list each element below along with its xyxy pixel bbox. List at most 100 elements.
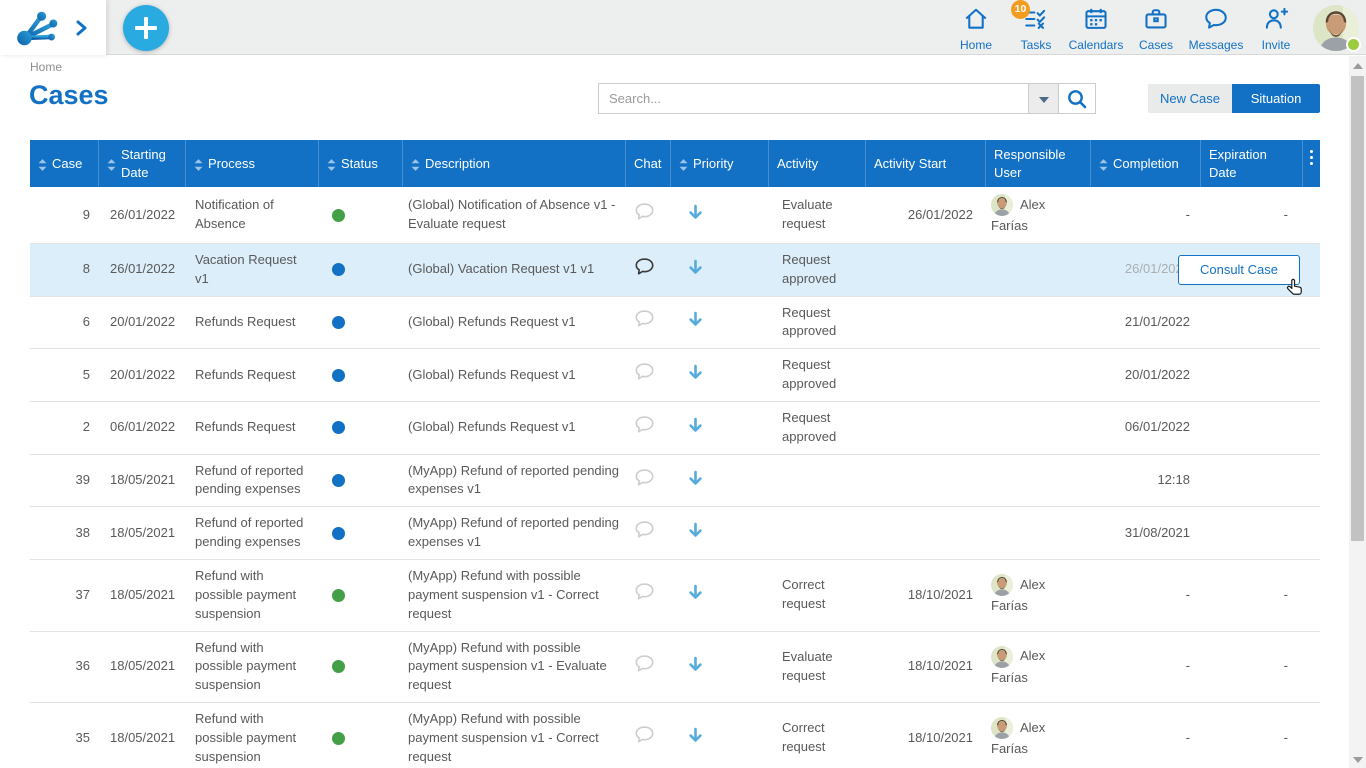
chat-bubble-icon[interactable] [634,370,655,385]
chat-bubble-icon[interactable] [634,733,655,748]
nav-item-calendars[interactable]: Calendars [1066,6,1126,52]
cell-expiration_date [1200,315,1302,329]
status-dot-green [332,660,345,673]
cell-case: 5 [30,359,98,392]
cell-chat [625,647,670,687]
expand-menu-chevron-icon[interactable] [74,20,88,36]
search-icon [1066,88,1088,110]
status-dot-blue [332,527,345,540]
column-header-status[interactable]: Status [318,140,402,187]
cell-process: Refunds Request [185,411,318,444]
search-input[interactable] [599,84,1028,113]
search-button[interactable] [1058,84,1095,113]
table-row-case-8[interactable]: 826/01/2022Vacation Request v1(Global) V… [30,244,1320,297]
new-item-plus-button[interactable] [123,5,169,51]
cell-completion: 06/01/2022 [1090,411,1200,444]
column-options-icon[interactable] [1302,140,1320,187]
cell-completion: 21/01/2022 [1090,306,1200,339]
cell-starting_date: 26/01/2022 [98,199,185,232]
cell-activity_start: 26/01/2022 [865,199,985,232]
nav-item-cases[interactable]: Cases [1126,6,1186,52]
priority-arrow-down-icon [688,526,703,541]
cell-activity_start: 18/10/2021 [865,579,985,612]
priority-arrow-down-icon [688,368,703,383]
cell-activity: Evaluate request [768,641,865,693]
new-case-button[interactable]: New Case [1148,84,1232,113]
table-row-case-37[interactable]: 3718/05/2021Refund with possible payment… [30,560,1320,632]
table-row-case-35[interactable]: 3518/05/2021Refund with possible payment… [30,703,1320,768]
chat-bubble-icon[interactable] [634,210,655,225]
chat-bubble-icon[interactable] [634,317,655,332]
situation-button[interactable]: Situation [1232,84,1320,113]
search-filter-dropdown-button[interactable] [1028,84,1058,113]
user-name: Alex [1020,719,1045,738]
table-row-case-6[interactable]: 620/01/2022Refunds Request(Global) Refun… [30,297,1320,350]
calendars-icon [1083,6,1109,32]
cell-completion: 31/08/2021 [1090,517,1200,550]
column-header-process[interactable]: Process [185,140,318,187]
column-label: Chat [634,155,661,173]
table-row-case-39[interactable]: 3918/05/2021Refund of reported pending e… [30,455,1320,508]
column-header-completion[interactable]: Completion [1090,140,1200,187]
column-header-case[interactable]: Case [30,140,98,187]
vertical-scrollbar[interactable] [1349,56,1366,768]
cell-expiration_date: - [1200,650,1302,683]
chat-bubble-icon[interactable] [634,423,655,438]
user-name: Alex [1020,647,1045,666]
user-mini-avatar [991,646,1013,668]
table-row-case-2[interactable]: 206/01/2022Refunds Request(Global) Refun… [30,402,1320,455]
cell-status [318,411,402,444]
breadcrumb[interactable]: Home [30,60,62,74]
cell-case: 36 [30,650,98,683]
priority-arrow-down-icon [688,263,703,278]
table-row-case-5[interactable]: 520/01/2022Refunds Request(Global) Refun… [30,349,1320,402]
top-bar: Home10TasksCalendarsCasesMessagesInvite [0,0,1366,55]
cell-status [318,359,402,392]
user-avatar[interactable] [1313,5,1359,51]
cell-priority [670,463,768,499]
nav-item-invite[interactable]: Invite [1246,6,1306,52]
cell-chat [625,250,670,290]
cell-completion: 12:18 [1090,464,1200,497]
chat-bubble-icon[interactable] [634,590,655,605]
column-header-activity: Activity [768,140,865,187]
table-row-case-38[interactable]: 3818/05/2021Refund of reported pending e… [30,507,1320,560]
chat-bubble-icon[interactable] [634,528,655,543]
status-dot-green [332,732,345,745]
chat-bubble-icon[interactable] [634,476,655,491]
cell-priority [670,720,768,756]
nav-item-home[interactable]: Home [946,6,1006,52]
table-row-case-36[interactable]: 3618/05/2021Refund with possible payment… [30,632,1320,704]
cell-process: Vacation Request v1 [185,244,318,296]
table-row-case-9[interactable]: 926/01/2022Notification of Absence(Globa… [30,187,1320,244]
chat-bubble-icon[interactable] [634,662,655,677]
priority-arrow-down-icon [688,208,703,223]
column-header-starting_date[interactable]: Starting Date [98,140,185,187]
cell-activity_start [865,368,985,382]
responsible-user: AlexFarías [991,717,1084,759]
column-header-priority[interactable]: Priority [670,140,768,187]
table-header-row: CaseStarting Date Process StatusDescriptio… [30,140,1320,187]
consult-case-button[interactable]: Consult Case [1178,255,1300,285]
cell-expiration_date [1200,368,1302,382]
cell-activity_start [865,315,985,329]
user-name: Farías [991,669,1028,688]
nav-item-tasks[interactable]: 10Tasks [1006,6,1066,52]
column-label: Process [208,155,255,173]
cell-case: 39 [30,464,98,497]
nav-item-messages[interactable]: Messages [1186,6,1246,52]
chat-bubble-icon[interactable] [634,265,655,280]
cell-expiration_date: - [1200,199,1302,232]
scroll-down-arrow-icon[interactable] [1353,757,1363,763]
column-label: Responsible User [994,146,1084,181]
status-dot-blue [332,474,345,487]
cell-chat [625,302,670,342]
cell-description: (Global) Refunds Request v1 [402,359,625,392]
cell-priority [670,357,768,393]
cell-completion: - [1090,579,1200,612]
scroll-up-arrow-icon[interactable] [1353,63,1363,69]
tasks-count-badge: 10 [1011,0,1030,19]
scrollbar-thumb[interactable] [1351,76,1364,541]
priority-arrow-down-icon [688,660,703,675]
column-header-description[interactable]: Description [402,140,625,187]
